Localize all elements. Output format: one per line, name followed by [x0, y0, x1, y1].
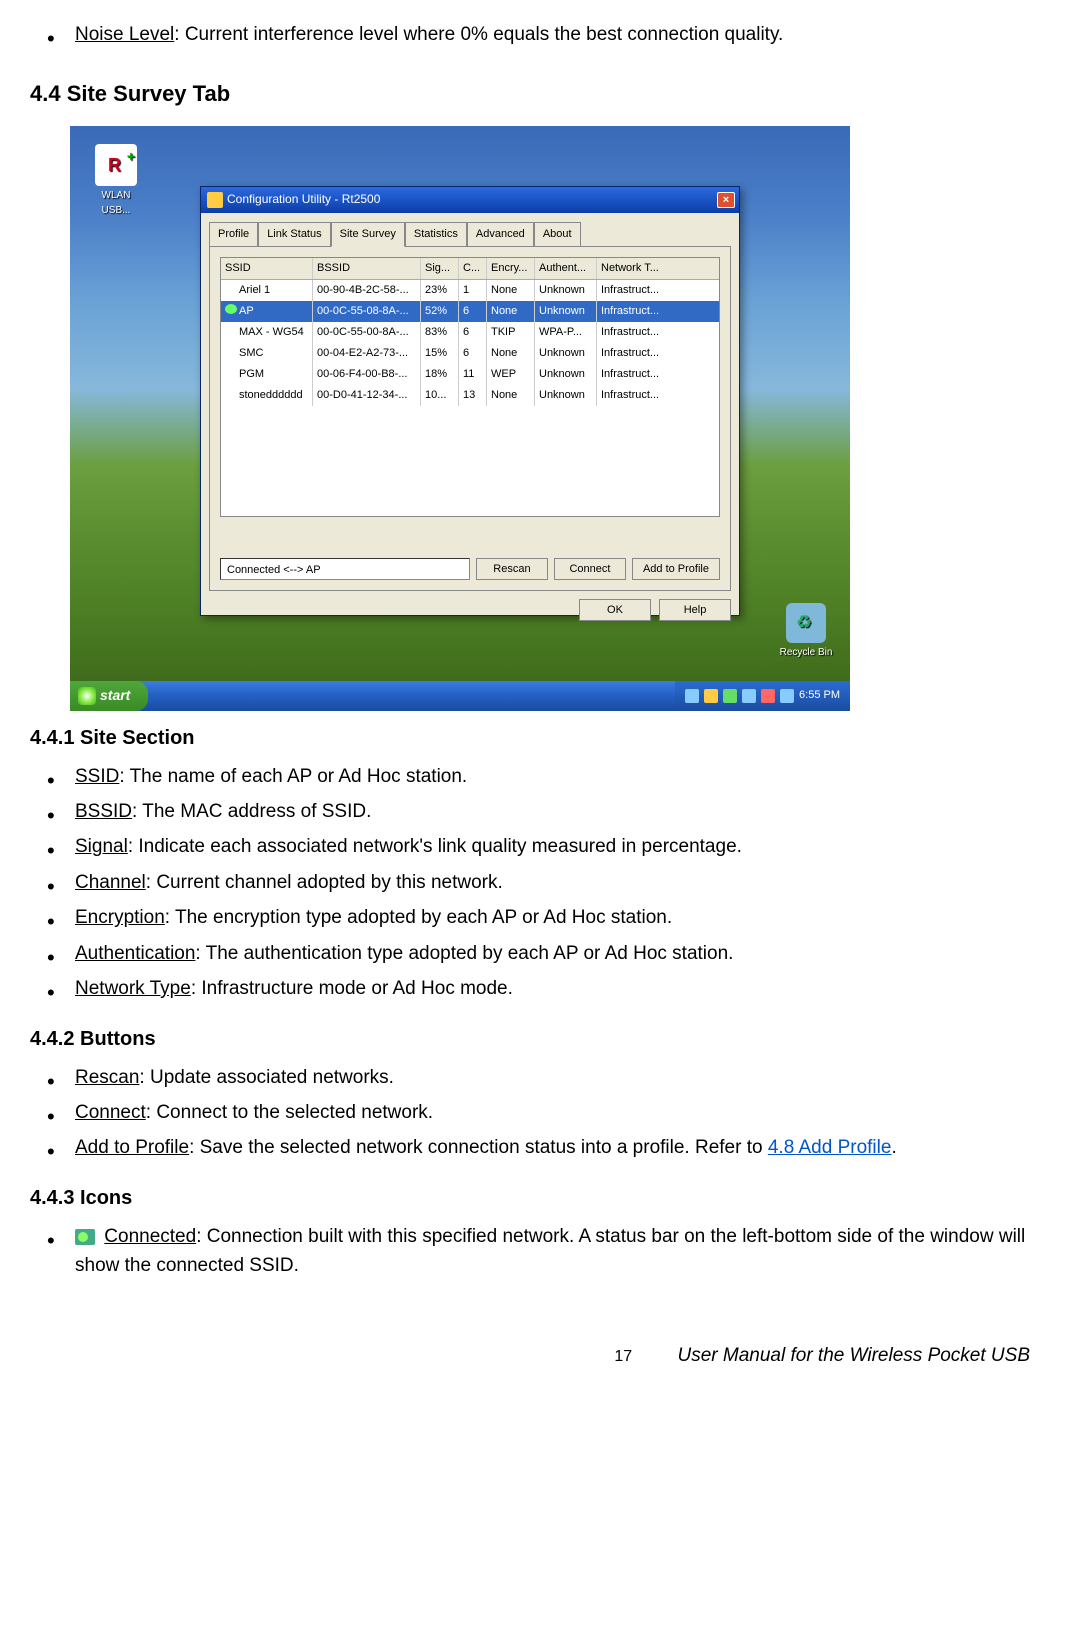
listview-header[interactable]: SSID BSSID Sig... C... Encry... Authent.… [221, 258, 719, 280]
tab-profile[interactable]: Profile [209, 222, 258, 247]
col-auth[interactable]: Authent... [535, 258, 597, 279]
close-icon[interactable]: × [717, 192, 735, 208]
tray-icon[interactable] [780, 689, 794, 703]
site-section-list: SSID: The name of each AP or Ad Hoc stat… [30, 762, 1040, 1004]
page-footer: 17 User Manual for the Wireless Pocket U… [30, 1341, 1040, 1370]
recycle-bin[interactable]: Recycle Bin [776, 603, 836, 661]
tab-about[interactable]: About [534, 222, 581, 247]
col-nettype[interactable]: Network T... [597, 258, 667, 279]
buttons-list: Rescan: Update associated networks. Conne… [30, 1063, 1040, 1163]
wlan-icon-label: WLAN USB... [102, 190, 131, 217]
status-row: Connected <--> AP Rescan Connect Add to … [220, 558, 720, 580]
list-item: Connect: Connect to the selected network… [75, 1098, 1040, 1127]
connected-icon-item: Connected: Connection built with this sp… [75, 1222, 1040, 1281]
connect-button[interactable]: Connect [554, 558, 626, 580]
noise-level-label: Noise Level [75, 24, 174, 45]
desktop-wlan-icon[interactable]: WLAN USB... [86, 144, 146, 219]
list-item: Encryption: The encryption type adopted … [75, 903, 1040, 932]
connected-text: : Connection built with this specified n… [75, 1226, 1025, 1276]
dialog-titlebar[interactable]: Configuration Utility - Rt2500 × [201, 187, 739, 213]
list-item: Channel: Current channel adopted by this… [75, 868, 1040, 897]
col-ssid[interactable]: SSID [221, 258, 313, 279]
start-button[interactable]: start [70, 681, 148, 711]
help-button[interactable]: Help [659, 599, 731, 621]
site-survey-screenshot: WLAN USB... Configuration Utility - Rt25… [70, 126, 850, 711]
list-item: SSID: The name of each AP or Ad Hoc stat… [75, 762, 1040, 791]
table-row[interactable]: PGM00-06-F4-00-B8-...18%11WEPUnknownInfr… [221, 364, 719, 385]
recycle-bin-icon [786, 603, 826, 643]
add-to-profile-button[interactable]: Add to Profile [632, 558, 720, 580]
tab-link-status[interactable]: Link Status [258, 222, 330, 247]
connected-icon [75, 1229, 95, 1245]
tab-site-survey[interactable]: Site Survey [331, 222, 405, 247]
tab-advanced[interactable]: Advanced [467, 222, 534, 247]
taskbar: start 6:55 PM [70, 681, 850, 711]
tab-statistics[interactable]: Statistics [405, 222, 467, 247]
list-item: Network Type: Infrastructure mode or Ad … [75, 974, 1040, 1003]
icons-list: Connected: Connection built with this sp… [30, 1222, 1040, 1281]
connected-label: Connected [104, 1226, 196, 1247]
heading-4-4-2: 4.4.2 Buttons [30, 1024, 1040, 1055]
recycle-bin-label: Recycle Bin [780, 647, 833, 658]
page-number: 17 [614, 1348, 632, 1365]
col-signal[interactable]: Sig... [421, 258, 459, 279]
dialog-icon [207, 192, 223, 208]
network-listview[interactable]: SSID BSSID Sig... C... Encry... Authent.… [220, 257, 720, 517]
tab-body: SSID BSSID Sig... C... Encry... Authent.… [209, 246, 731, 591]
system-tray[interactable]: 6:55 PM [675, 681, 850, 711]
heading-4-4: 4.4 Site Survey Tab [30, 77, 1040, 111]
dialog-bottom-buttons: OK Help [209, 599, 731, 621]
noise-level-text: : Current interference level where 0% eq… [174, 24, 783, 45]
heading-4-4-1: 4.4.1 Site Section [30, 723, 1040, 754]
rescan-button[interactable]: Rescan [476, 558, 548, 580]
list-item: Authentication: The authentication type … [75, 939, 1040, 968]
table-row[interactable]: AP00-0C-55-08-8A-...52%6NoneUnknownInfra… [221, 301, 719, 322]
col-bssid[interactable]: BSSID [313, 258, 421, 279]
tray-icon[interactable] [723, 689, 737, 703]
status-field: Connected <--> AP [220, 558, 470, 580]
list-item: Rescan: Update associated networks. [75, 1063, 1040, 1092]
start-label: start [100, 685, 130, 707]
heading-4-4-3: 4.4.3 Icons [30, 1183, 1040, 1214]
tray-icon[interactable] [704, 689, 718, 703]
footer-title: User Manual for the Wireless Pocket USB [677, 1345, 1030, 1366]
dialog-tabs: Profile Link Status Site Survey Statisti… [209, 221, 731, 246]
add-profile-link[interactable]: 4.8 Add Profile [768, 1137, 892, 1158]
table-row[interactable]: SMC00-04-E2-A2-73-...15%6NoneUnknownInfr… [221, 343, 719, 364]
wlan-icon [95, 144, 137, 186]
config-utility-dialog: Configuration Utility - Rt2500 × Profile… [200, 186, 740, 616]
list-item: Signal: Indicate each associated network… [75, 832, 1040, 861]
tray-icon[interactable] [685, 689, 699, 703]
col-channel[interactable]: C... [459, 258, 487, 279]
tray-icon[interactable] [742, 689, 756, 703]
list-item: BSSID: The MAC address of SSID. [75, 797, 1040, 826]
tray-icon[interactable] [761, 689, 775, 703]
ok-button[interactable]: OK [579, 599, 651, 621]
table-row[interactable]: MAX - WG5400-0C-55-00-8A-...83%6TKIPWPA-… [221, 322, 719, 343]
table-row[interactable]: Ariel 100-90-4B-2C-58-...23%1NoneUnknown… [221, 280, 719, 301]
noise-level-bullet: Noise Level: Current interference level … [75, 20, 1040, 49]
col-encryption[interactable]: Encry... [487, 258, 535, 279]
table-row[interactable]: stonedddddd00-D0-41-12-34-...10...13None… [221, 385, 719, 406]
clock: 6:55 PM [799, 687, 840, 704]
list-item: Add to Profile: Save the selected networ… [75, 1133, 1040, 1162]
dialog-title-text: Configuration Utility - Rt2500 [227, 190, 380, 209]
